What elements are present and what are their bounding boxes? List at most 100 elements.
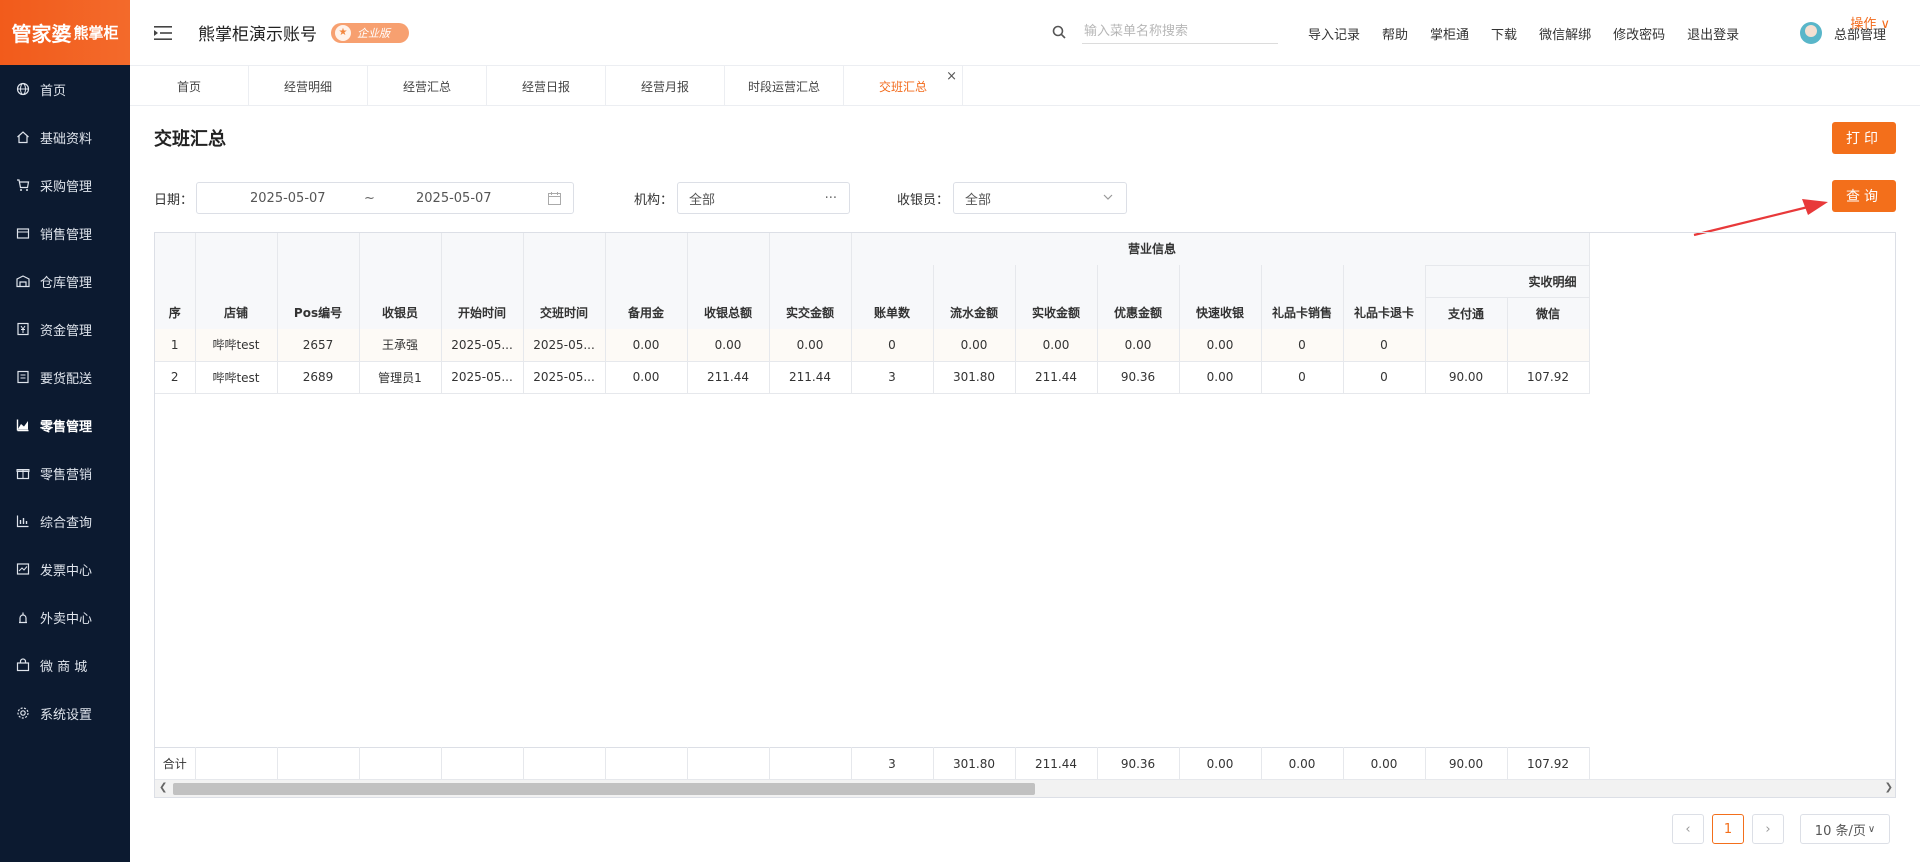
- sidebar-item[interactable]: 系统设置: [0, 689, 130, 737]
- page-number[interactable]: 1: [1712, 814, 1744, 844]
- sidebar-item[interactable]: 外卖中心: [0, 593, 130, 641]
- scroll-left-icon[interactable]: ❮: [159, 782, 167, 793]
- query-button[interactable]: 查询: [1832, 180, 1896, 212]
- header-link[interactable]: 退出登录: [1687, 24, 1739, 43]
- page-size-select[interactable]: 10 条/页 ∨: [1800, 814, 1890, 844]
- tab-item[interactable]: 时段运营汇总: [725, 66, 844, 106]
- column-header[interactable]: 实收金额: [1015, 297, 1098, 330]
- header-spacer: [769, 233, 852, 297]
- column-header[interactable]: 快速收银: [1179, 297, 1262, 330]
- search-input[interactable]: [1082, 20, 1278, 44]
- column-header[interactable]: 礼品卡退卡: [1343, 297, 1426, 330]
- close-icon[interactable]: ×: [946, 69, 957, 84]
- menu-collapse-icon[interactable]: [154, 25, 172, 41]
- tab-item[interactable]: 交班汇总 ×: [844, 66, 963, 106]
- sidebar-item[interactable]: 要货配送: [0, 353, 130, 401]
- operations-dropdown[interactable]: 操作 ∨: [1850, 13, 1890, 32]
- table-cell: [1507, 329, 1590, 362]
- table-cell: 0: [1261, 361, 1344, 394]
- sidebar-item[interactable]: 综合查询: [0, 497, 130, 545]
- table-cell: 90.00: [1425, 361, 1508, 394]
- tab-label[interactable]: 经营汇总: [403, 78, 451, 95]
- column-header[interactable]: 支付通: [1425, 297, 1508, 330]
- tab-item[interactable]: 首页: [130, 66, 249, 106]
- print-button[interactable]: 打印: [1832, 122, 1896, 154]
- date-end[interactable]: 2025-05-07: [416, 191, 492, 206]
- tab-label[interactable]: 经营月报: [641, 78, 689, 95]
- tab-label[interactable]: 经营明细: [284, 78, 332, 95]
- sidebar-item[interactable]: 微 商 城: [0, 641, 130, 689]
- column-header[interactable]: 流水金额: [933, 297, 1016, 330]
- shift-summary-table: 营业信息 实收明细序店铺 Pos编号 收银员 开始时间 交班时间 备用金 收银总额 实交金额 账单…: [154, 232, 1896, 798]
- sidebar-item[interactable]: 资金管理: [0, 305, 130, 353]
- sidebar-item-label: 综合查询: [40, 515, 93, 531]
- org-select[interactable]: 全部 ···: [677, 182, 850, 214]
- header-link[interactable]: 修改密码: [1613, 24, 1665, 43]
- header-links: 导入记录 帮助 掌柜通 下载 微信解绑 修改密码 退出登录: [1308, 24, 1761, 43]
- header-link[interactable]: 下载: [1491, 24, 1517, 43]
- column-header[interactable]: 优惠金额: [1097, 297, 1180, 330]
- column-header[interactable]: 开始时间: [441, 297, 524, 330]
- search-icon[interactable]: [1052, 25, 1066, 39]
- sidebar-item[interactable]: 仓库管理: [0, 257, 130, 305]
- sidebar-item[interactable]: 采购管理: [0, 161, 130, 209]
- tab-label[interactable]: 交班汇总: [879, 78, 927, 95]
- table-cell: 2025-05...: [523, 329, 606, 362]
- column-header[interactable]: 收银总额: [687, 297, 770, 330]
- sidebar-item-label: 采购管理: [40, 179, 93, 195]
- header-link[interactable]: 掌柜通: [1430, 24, 1469, 43]
- horizontal-scrollbar[interactable]: ❮ ❯: [155, 779, 1895, 797]
- date-range-picker[interactable]: 2025-05-07 ~ 2025-05-07: [196, 182, 574, 214]
- column-header[interactable]: Pos编号: [277, 297, 360, 330]
- tab-label[interactable]: 经营日报: [522, 78, 570, 95]
- table-cell: 0.00: [687, 329, 770, 362]
- more-icon[interactable]: ···: [825, 191, 837, 206]
- tab-item[interactable]: 经营月报: [606, 66, 725, 106]
- column-header[interactable]: 序: [155, 297, 196, 330]
- brand-logo[interactable]: 管家婆 熊掌柜: [0, 0, 130, 65]
- table-cell: 1: [155, 329, 196, 362]
- tab-label[interactable]: 时段运营汇总: [748, 78, 820, 95]
- sidebar-item[interactable]: 基础资料: [0, 113, 130, 161]
- column-header[interactable]: 账单数: [851, 297, 934, 330]
- sidebar-item[interactable]: 销售管理: [0, 209, 130, 257]
- prev-page-button[interactable]: ‹: [1672, 814, 1704, 844]
- column-header[interactable]: 店铺: [195, 297, 278, 330]
- cart-icon: [16, 178, 30, 192]
- cashier-label: 收银员：: [897, 193, 950, 208]
- avatar[interactable]: [1800, 22, 1822, 44]
- cashier-select[interactable]: 全部: [953, 182, 1127, 214]
- column-header[interactable]: 实交金额: [769, 297, 852, 330]
- column-header[interactable]: 交班时间: [523, 297, 606, 330]
- scroll-thumb[interactable]: [173, 783, 1035, 795]
- sidebar-item[interactable]: 首页: [0, 65, 130, 113]
- table-cell: 2: [155, 361, 196, 394]
- table-row[interactable]: 1 哔哔test 2657 王承强 2025-05... 2025-05... 0.00 0.…: [155, 329, 1590, 362]
- table-cell: 2025-05...: [523, 361, 606, 394]
- sidebar-item[interactable]: 零售管理: [0, 401, 130, 449]
- operations-label[interactable]: 操作: [1850, 17, 1876, 32]
- sidebar-item[interactable]: 发票中心: [0, 545, 130, 593]
- header-link[interactable]: 微信解绑: [1539, 24, 1591, 43]
- total-row: 合计 3 301.80 211.44 90.36 0.00 0.00 0.00 90.00 107…: [155, 747, 1590, 780]
- date-start[interactable]: 2025-05-07: [250, 191, 326, 206]
- header-spacer: [523, 233, 606, 297]
- tab-label[interactable]: 首页: [177, 78, 201, 95]
- tab-item[interactable]: 经营明细: [249, 66, 368, 106]
- column-header[interactable]: 礼品卡销售: [1261, 297, 1344, 330]
- table-body: 1 哔哔test 2657 王承强 2025-05... 2025-05... 0.00 0.…: [155, 329, 1895, 749]
- group-header-label: 实收明细: [1528, 274, 1577, 289]
- header-link[interactable]: 帮助: [1382, 24, 1408, 43]
- tab-item[interactable]: 经营汇总: [368, 66, 487, 106]
- table-cell: 211.44: [687, 361, 770, 394]
- scroll-right-icon[interactable]: ❯: [1885, 782, 1893, 793]
- column-header[interactable]: 备用金: [605, 297, 688, 330]
- header-link[interactable]: 导入记录: [1308, 24, 1360, 43]
- tab-item[interactable]: 经营日报: [487, 66, 606, 106]
- table-rows: 1 哔哔test 2657 王承强 2025-05... 2025-05... 0.00 0.…: [155, 329, 1590, 394]
- sidebar-item[interactable]: 零售营销: [0, 449, 130, 497]
- column-header[interactable]: 收银员: [359, 297, 442, 330]
- next-page-button[interactable]: ›: [1752, 814, 1784, 844]
- table-row[interactable]: 2 哔哔test 2689 管理员1 2025-05... 2025-05... 0.00 2…: [155, 361, 1590, 394]
- column-header[interactable]: 微信: [1507, 297, 1590, 330]
